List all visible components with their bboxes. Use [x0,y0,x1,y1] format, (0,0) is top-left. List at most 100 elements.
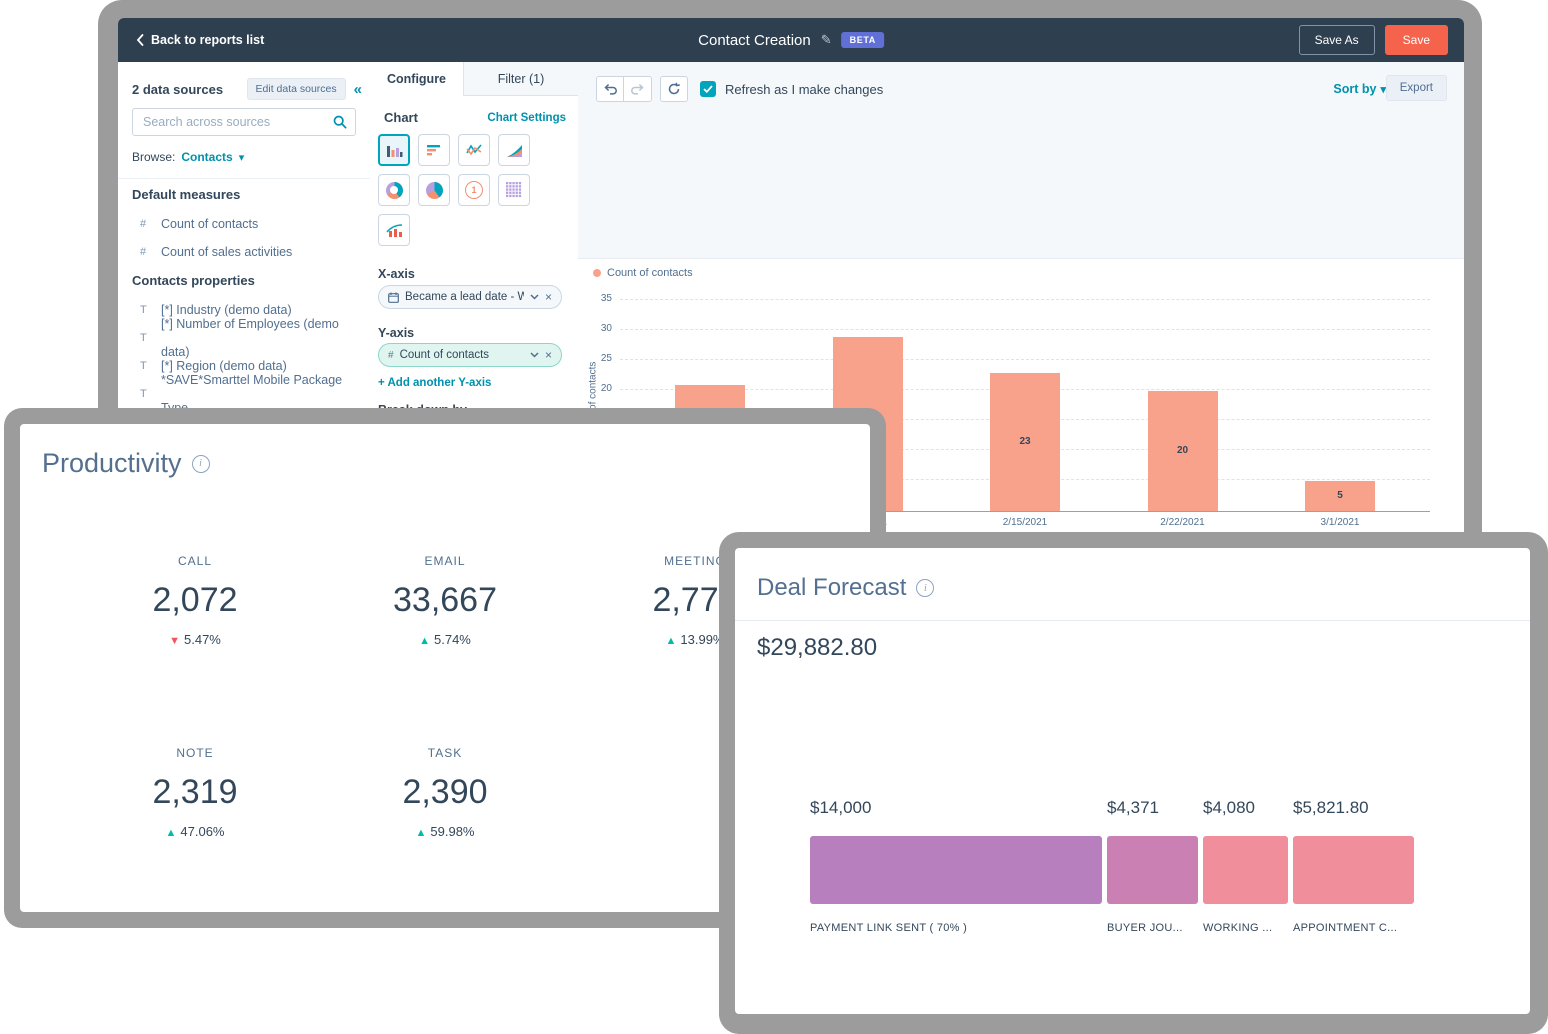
sort-by-dropdown[interactable]: Sort by [1333,82,1386,96]
undo-redo-group [596,76,652,102]
remove-y-axis-icon[interactable]: × [545,348,552,362]
header-actions: Save As Save [1299,25,1448,55]
metric-delta: ▲47.06% [70,824,320,839]
sidebar-field-item[interactable]: # Count of sales activities [118,238,370,266]
add-another-y-axis-link[interactable]: + Add another Y-axis [378,377,491,389]
save-as-button[interactable]: Save As [1299,25,1375,55]
back-to-reports-link[interactable]: Back to reports list [136,33,264,47]
chart-type-column-icon[interactable] [378,134,410,166]
y-tick-label: 20 [578,383,612,394]
collapse-sidebar-icon[interactable] [354,81,362,98]
chevron-down-icon[interactable] [530,294,539,300]
export-button[interactable]: Export [1386,75,1447,101]
browse-label: Browse: [132,150,175,164]
refresh-checkbox-label: Refresh as I make changes [725,82,883,97]
beta-badge: BETA [842,32,884,48]
metric-label: EMAIL [320,554,570,568]
browse-contacts-dropdown[interactable]: Contacts [181,150,232,164]
tab-configure[interactable]: Configure [370,62,464,96]
sidebar-field-item[interactable]: #Count of contacts [118,210,370,238]
y-tick-label: 25 [578,353,612,364]
metric-value: 2,390 [320,773,570,812]
number-field-icon: # [140,238,150,266]
sidebar-section-title: Contacts properties [118,266,370,296]
chart-type-line-icon[interactable] [458,134,490,166]
x-tick-label: 3/1/2021 [1295,517,1385,528]
metric-delta: ▼5.47% [70,632,320,647]
chart-type-combination-icon[interactable] [378,214,410,246]
productivity-title: Productivity [42,448,182,479]
y-axis-field-pill[interactable]: # Count of contacts × [378,343,562,367]
funnel-stage-label: PAYMENT LINK SENT ( 70% ) [810,922,967,934]
sidebar-field-label: Count of sales activities [161,238,292,266]
funnel-value-label: $4,371 [1107,798,1159,818]
funnel-segment[interactable] [1293,836,1414,904]
text-field-icon: T [140,352,150,380]
info-icon[interactable] [916,579,934,597]
info-icon[interactable] [192,455,210,473]
legend-label: Count of contacts [607,267,693,279]
back-label: Back to reports list [151,33,264,47]
deal-forecast-title: Deal Forecast [757,574,906,602]
chevron-left-icon [136,34,144,46]
app-header: Back to reports list Contact Creation BE… [118,18,1464,62]
y-axis-label: Y-axis [378,326,414,340]
funnel-value-label: $4,080 [1203,798,1255,818]
source-search-box[interactable] [132,108,356,136]
save-button[interactable]: Save [1385,25,1448,55]
x-axis-field-pill[interactable]: Became a lead date - Weekly × [378,285,562,309]
bar-value-label: 20 [1148,445,1218,456]
delta-up-icon: ▲ [666,635,677,647]
metric-call: CALL2,072▼5.47% [70,554,320,647]
chart-type-area-icon[interactable] [498,134,530,166]
refresh-button[interactable] [660,76,688,102]
funnel-stage-label: WORKING ... [1203,922,1272,934]
metric-note: NOTE2,319▲47.06% [70,746,320,839]
search-icon [333,115,347,129]
deal-funnel-chart: $14,000PAYMENT LINK SENT ( 70% )$4,371BU… [810,798,1420,958]
edit-data-sources-button[interactable]: Edit data sources [247,78,346,100]
chart-settings-link[interactable]: Chart Settings [487,112,566,124]
delta-down-icon: ▼ [169,635,180,647]
y-tick-label: 35 [578,293,612,304]
delta-up-icon: ▲ [416,827,427,839]
funnel-segment[interactable] [810,836,1102,904]
bar-value-label: 23 [990,436,1060,447]
gridline [620,299,1430,300]
search-input[interactable] [141,114,333,130]
funnel-stage-label: APPOINTMENT C... [1293,922,1397,934]
metric-delta: ▲59.98% [320,824,570,839]
number-field-icon: # [140,210,150,238]
metric-label: TASK [320,746,570,760]
funnel-segment[interactable] [1203,836,1288,904]
sidebar-field-item[interactable]: T[*] Number of Employees (demo data) [118,324,370,352]
metric-value: 2,319 [70,773,320,812]
undo-button[interactable] [596,76,624,102]
refresh-checkbox[interactable] [700,81,716,97]
text-field-icon: T [140,296,150,324]
chevron-down-icon [239,150,245,164]
redo-button[interactable] [624,76,652,102]
x-tick-label: 2/15/2021 [980,517,1070,528]
chart-type-pie-icon[interactable] [418,174,450,206]
data-sources-count: 2 data sources [132,82,239,97]
remove-x-axis-icon[interactable]: × [545,290,552,304]
legend-dot-icon [593,269,601,277]
chart-type-grid: 1 [378,134,548,246]
funnel-value-label: $5,821.80 [1293,798,1369,818]
chart-type-donut-icon[interactable] [378,174,410,206]
metric-value: 2,072 [70,581,320,620]
gridline [620,329,1430,330]
delta-up-icon: ▲ [166,827,177,839]
funnel-value-label: $14,000 [810,798,871,818]
chart-type-bar-icon[interactable] [418,134,450,166]
panel-tabs: Configure Filter (1) [370,62,578,96]
chart-type-table-icon[interactable] [498,174,530,206]
chevron-down-icon[interactable] [530,352,539,358]
tab-filter[interactable]: Filter (1) [464,62,578,96]
sidebar-section-title: Default measures [118,180,370,210]
funnel-segment[interactable] [1107,836,1198,904]
edit-title-pencil-icon[interactable] [821,32,832,48]
sidebar-field-item[interactable]: T*SAVE*Smarttel Mobile Package Type [118,380,370,408]
chart-type-summary-icon[interactable]: 1 [458,174,490,206]
